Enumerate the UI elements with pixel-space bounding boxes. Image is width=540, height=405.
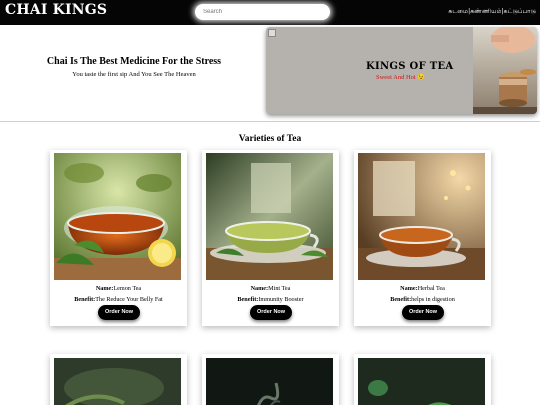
tea-photo [206,358,333,405]
hero-subtitle: You taste the first sip And You See The … [72,71,196,78]
lemon-tea-photo [54,153,181,280]
nav-link-dignity[interactable]: கண்ணியம் [470,8,501,15]
hero-banner: KINGS OF TEA Sweet And Hot 😉 [266,27,537,114]
search-input[interactable] [195,4,330,20]
brand-logo[interactable]: CHAI KINGS [5,2,107,18]
nav-link-discipline[interactable]: கட்டுப்பாடு [504,8,536,15]
navbar: CHAI KINGS கடமை|கண்ணியம்|கட்டுப்பாடு [0,0,540,25]
section-title: Varieties of Tea [238,134,302,144]
broken-image-icon [268,29,276,37]
tea-name: Name:Mint Tea [250,285,291,292]
tea-name: Name:Herbal Tea [400,285,445,292]
mint-tea-photo [206,153,333,280]
tea-card [354,354,491,405]
order-now-button[interactable]: Order Now [98,305,140,320]
banner-title: KINGS OF TEA [366,61,454,72]
tea-card: Name:Lemon Tea Benefit:The Reduce Your B… [50,150,187,326]
hero-title: Chai Is The Best Medicine For the Stress [46,56,222,67]
order-now-button[interactable]: Order Now [402,305,444,320]
tea-card: Name:Mint Tea Benefit:Immunity Booster O… [202,150,339,326]
tea-benefit: Benefit:Immunity Booster [237,296,304,303]
tea-benefit: Benefit:helps in digestion [390,296,455,303]
tea-name: Name:Lemon Tea [95,285,142,292]
banner-subtitle: Sweet And Hot 😉 [376,74,426,81]
herbal-tea-photo [358,153,485,280]
tea-photo [358,358,485,405]
tea-card [202,354,339,405]
tea-card: Name:Herbal Tea Benefit:helps in digesti… [354,150,491,326]
tea-benefit: Benefit:The Reduce Your Belly Fat [74,296,163,303]
tea-card [50,354,187,405]
nav-links: கடமை|கண்ணியம்|கட்டுப்பாடு [448,8,536,16]
nav-link-duty[interactable]: கடமை [448,8,468,15]
divider [0,121,540,122]
chai-cup-photo [473,27,537,114]
tea-photo [54,358,181,405]
hero-text: Chai Is The Best Medicine For the Stress… [0,56,268,78]
order-now-button[interactable]: Order Now [250,305,292,320]
